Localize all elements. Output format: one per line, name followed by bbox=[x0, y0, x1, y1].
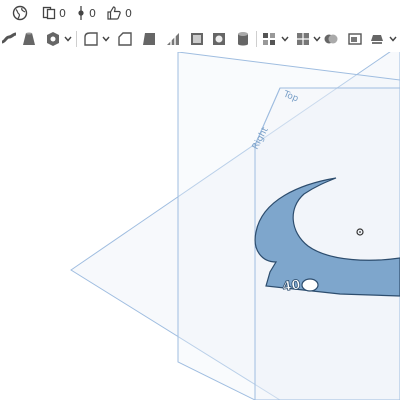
globe-icon[interactable] bbox=[12, 4, 28, 22]
part-engraved-text: 40 bbox=[281, 278, 301, 295]
chevron-down-icon[interactable] bbox=[64, 34, 72, 44]
origin-dot bbox=[359, 231, 361, 233]
chevron-down-icon[interactable] bbox=[281, 34, 289, 44]
chevron-down-icon[interactable] bbox=[313, 34, 321, 44]
chevron-down-icon[interactable] bbox=[389, 34, 397, 44]
document-topbar: 0 0 0 bbox=[0, 0, 400, 26]
rib-icon[interactable] bbox=[164, 30, 182, 48]
chamfer-icon[interactable] bbox=[116, 30, 134, 48]
sweep-icon[interactable] bbox=[0, 30, 18, 48]
boolean-icon[interactable] bbox=[322, 30, 340, 48]
part-hole bbox=[301, 278, 319, 292]
parts-counter[interactable]: 0 bbox=[42, 4, 66, 22]
transform-icon[interactable] bbox=[368, 30, 386, 48]
cylinder-icon[interactable] bbox=[234, 30, 252, 48]
graphics-viewport[interactable]: Top Right 40 bbox=[0, 52, 400, 400]
document-copy-icon bbox=[42, 6, 56, 20]
pattern-icon[interactable] bbox=[260, 30, 278, 48]
fillet-icon[interactable] bbox=[82, 30, 100, 48]
hole-icon[interactable] bbox=[210, 30, 228, 48]
parts-count: 0 bbox=[59, 6, 66, 20]
split-icon[interactable] bbox=[346, 30, 364, 48]
loft-icon[interactable] bbox=[20, 30, 38, 48]
likes-count: 0 bbox=[125, 6, 132, 20]
likes-counter[interactable]: 0 bbox=[106, 4, 132, 22]
draft-icon[interactable] bbox=[140, 30, 158, 48]
feature-toolbar bbox=[0, 28, 400, 50]
chevron-down-icon[interactable] bbox=[102, 34, 110, 44]
versions-counter[interactable]: 0 bbox=[76, 4, 96, 22]
toolbar-divider bbox=[76, 31, 77, 47]
thumbs-up-icon bbox=[107, 6, 121, 20]
versions-count: 0 bbox=[89, 6, 96, 20]
revolve-icon[interactable] bbox=[294, 30, 312, 48]
toolbar-divider bbox=[256, 31, 257, 47]
version-icon bbox=[78, 6, 84, 20]
shell-icon[interactable] bbox=[44, 30, 62, 48]
plane-icon[interactable] bbox=[188, 30, 206, 48]
